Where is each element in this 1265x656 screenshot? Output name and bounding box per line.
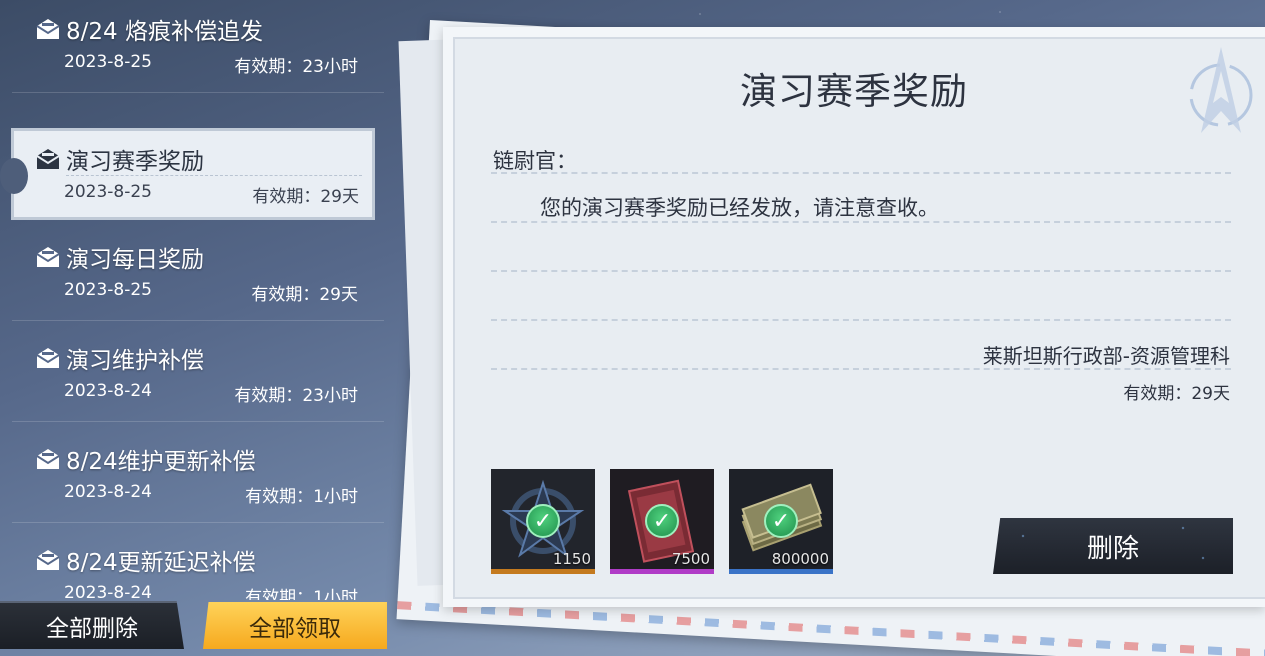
mail-date: 2023-8-24 [64, 381, 152, 401]
dashed-rule [491, 368, 1231, 370]
envelope-icon [36, 449, 60, 469]
mail-date: 2023-8-24 [64, 482, 152, 502]
envelope-open-icon [36, 149, 60, 169]
envelope-icon [36, 19, 60, 39]
claimed-check-icon: ✓ [526, 504, 560, 538]
mail-item-selected[interactable]: 演习赛季奖励 2023-8-25 有效期：29天 [0, 128, 375, 220]
mail-expiry: 有效期：23小时 [234, 57, 358, 77]
airmail-border [397, 601, 1265, 656]
letter-panel: 演习赛季奖励 链尉官： 您的演习赛季奖励已经发放，请注意查收。 莱斯坦斯行政部-… [443, 27, 1265, 607]
mail-item[interactable]: 8/24更新延迟补偿 2023-8-24 有效期：1小时 [12, 531, 384, 600]
letter-title: 演习赛季奖励 [740, 70, 968, 113]
mail-list[interactable]: 8/24 烙痕补偿追发 2023-8-25 有效期：23小时 演习赛季奖励 20… [0, 0, 386, 600]
dashed-rule [491, 221, 1231, 223]
rarity-bar [491, 569, 595, 574]
reward-quantity: 7500 [671, 550, 710, 568]
dashed-divider [66, 175, 362, 176]
mail-title: 演习维护补偿 [66, 348, 204, 374]
mail-date: 2023-8-25 [64, 52, 152, 72]
letter-body: 您的演习赛季奖励已经发放，请注意查收。 [540, 196, 939, 220]
reward-item[interactable]: ✓ 7500 [610, 469, 714, 574]
dashed-rule [491, 172, 1231, 174]
mail-title: 演习每日奖励 [66, 247, 204, 273]
envelope-icon [36, 348, 60, 368]
letter-expiry: 有效期：29天 [1123, 384, 1230, 404]
delete-all-button[interactable]: 全部删除 [0, 601, 184, 649]
envelope-icon [36, 550, 60, 570]
letter-salutation: 链尉官： [493, 149, 577, 173]
mail-item[interactable]: 8/24 烙痕补偿追发 2023-8-25 有效期：23小时 [12, 0, 384, 93]
reward-item[interactable]: ✓ 1150 [491, 469, 595, 574]
mail-date: 2023-8-25 [64, 280, 152, 300]
delete-button[interactable]: 删除 [993, 518, 1233, 574]
rarity-bar [610, 569, 714, 574]
envelope-icon [36, 247, 60, 267]
dashed-rule [491, 319, 1231, 321]
mail-title: 8/24 烙痕补偿追发 [66, 19, 263, 45]
mail-item[interactable]: 8/24维护更新补偿 2023-8-24 有效期：1小时 [12, 430, 384, 523]
dashed-rule [491, 270, 1231, 272]
mail-expiry: 有效期：29天 [252, 187, 359, 207]
rarity-bar [729, 569, 833, 574]
mail-title: 演习赛季奖励 [66, 149, 204, 175]
mail-date: 2023-8-25 [64, 182, 152, 202]
letter-sender: 莱斯坦斯行政部-资源管理科 [982, 344, 1230, 368]
mail-item[interactable]: 演习维护补偿 2023-8-24 有效期：23小时 [12, 329, 384, 422]
mail-expiry: 有效期：1小时 [245, 487, 358, 507]
reward-quantity: 1150 [552, 550, 591, 568]
mail-title: 8/24更新延迟补偿 [66, 550, 256, 576]
mail-expiry: 有效期：23小时 [234, 386, 358, 406]
claim-all-button[interactable]: 全部领取 [203, 602, 387, 649]
claimed-check-icon: ✓ [645, 504, 679, 538]
mail-expiry: 有效期：1小时 [245, 588, 358, 600]
mail-expiry: 有效期：29天 [251, 285, 358, 305]
reward-quantity: 800000 [771, 550, 829, 568]
reward-item[interactable]: ✓ 800000 [729, 469, 833, 574]
mail-date: 2023-8-24 [64, 583, 152, 600]
mail-item[interactable]: 演习每日奖励 2023-8-25 有效期：29天 [12, 228, 384, 321]
mail-title: 8/24维护更新补偿 [66, 449, 256, 475]
claimed-check-icon: ✓ [764, 504, 798, 538]
